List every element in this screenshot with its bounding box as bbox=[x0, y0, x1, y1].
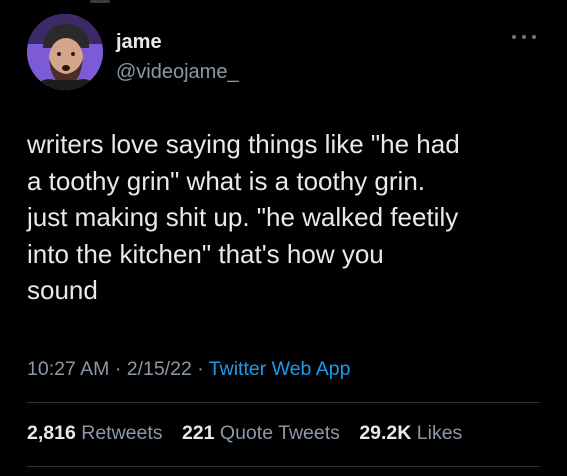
tweet-card: jame @videojame_ writers love saying thi… bbox=[0, 0, 567, 476]
likes-count: 29.2K bbox=[359, 422, 412, 444]
avatar-image bbox=[27, 14, 103, 90]
tweet-metadata: 10:27 AM · 2/15/22 · Twitter Web App bbox=[27, 357, 350, 381]
more-options-icon[interactable] bbox=[512, 30, 536, 44]
cropped-edge bbox=[90, 0, 110, 3]
quote-tweets-stat[interactable]: 221 Quote Tweets bbox=[182, 422, 340, 444]
divider bbox=[27, 466, 540, 467]
meta-separator: · bbox=[114, 358, 122, 380]
quote-tweets-label: Quote Tweets bbox=[219, 422, 340, 444]
tweet-text: writers love saying things like "he had … bbox=[27, 129, 460, 305]
user-handle[interactable]: @videojame_ bbox=[116, 60, 239, 84]
tweet-time[interactable]: 10:27 AM bbox=[27, 358, 109, 380]
dot bbox=[532, 35, 536, 39]
likes-label: Likes bbox=[416, 422, 463, 444]
retweets-count: 2,816 bbox=[27, 422, 76, 444]
display-name[interactable]: jame bbox=[116, 30, 162, 54]
divider bbox=[27, 402, 540, 403]
tweet-date[interactable]: 2/15/22 bbox=[127, 358, 192, 380]
engagement-stats: 2,816 Retweets 221 Quote Tweets 29.2K Li… bbox=[27, 421, 476, 445]
retweets-label: Retweets bbox=[81, 422, 163, 444]
dot bbox=[512, 35, 516, 39]
quote-tweets-count: 221 bbox=[181, 422, 215, 444]
likes-stat[interactable]: 29.2K Likes bbox=[359, 422, 462, 444]
dot bbox=[522, 35, 526, 39]
retweets-stat[interactable]: 2,816 Retweets bbox=[27, 422, 163, 444]
tweet-source-link[interactable]: Twitter Web App bbox=[209, 358, 351, 380]
avatar[interactable] bbox=[27, 14, 103, 90]
meta-separator: · bbox=[197, 358, 204, 380]
